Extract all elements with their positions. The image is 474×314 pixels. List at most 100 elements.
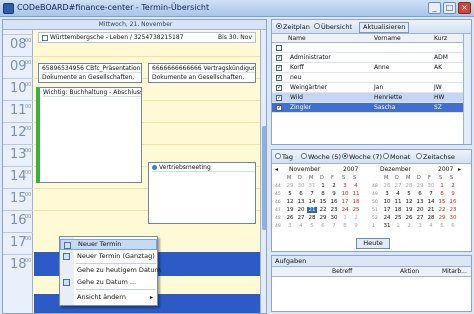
day-cell[interactable]: 15 [318, 199, 328, 205]
day-cell[interactable]: 5 [437, 223, 447, 229]
day-cell[interactable]: 20 [415, 207, 425, 213]
day-cell[interactable]: 21 [307, 207, 317, 213]
table-row[interactable]: neu [272, 73, 463, 83]
day-cell[interactable]: 13 [415, 199, 425, 205]
day-cell[interactable]: 3 [415, 223, 425, 229]
day-cell[interactable]: 4 [351, 183, 361, 189]
row-checkbox[interactable] [276, 45, 282, 51]
mini-calendar-dezember[interactable]: Dezember 2007 ▸ M D M D F S S 48 49 50 5… [372, 166, 468, 236]
day-cell[interactable]: 25 [351, 207, 361, 213]
table-row[interactable]: Wild Henriette HW [272, 93, 463, 103]
day-cell[interactable]: 24 [340, 207, 350, 213]
maximize-button[interactable]: □ [443, 2, 456, 14]
day-cell[interactable]: 6 [415, 191, 425, 197]
day-cell[interactable]: 11 [351, 191, 361, 197]
day-cell[interactable]: 3 [382, 191, 392, 197]
day-cell[interactable]: 27 [415, 215, 425, 221]
calendar-scrollbar[interactable] [260, 30, 266, 313]
day-cell[interactable]: 27 [393, 183, 403, 189]
users-scrollbar[interactable] [463, 34, 471, 144]
day-cell[interactable]: 13 [296, 199, 306, 205]
day-cell[interactable]: 28 [426, 215, 436, 221]
day-cell[interactable]: 7 [426, 191, 436, 197]
radio-tag[interactable]: Tag [275, 153, 293, 161]
mini-calendar-november[interactable]: ◂ November 2007 M D M D F S S 44 45 46 4… [275, 166, 371, 236]
day-cell[interactable]: 17 [340, 199, 350, 205]
day-cell[interactable]: 26 [285, 215, 295, 221]
day-cell[interactable]: 6 [296, 191, 306, 197]
appointment-vertragskuendigung[interactable]: 6666666666666 Vertragskündigung Dokument… [148, 63, 256, 83]
day-cell[interactable]: 5 [404, 191, 414, 197]
row-checkbox[interactable] [276, 53, 282, 63]
day-cell[interactable]: 6 [318, 223, 328, 229]
radio-woche-7[interactable]: Woche (7) [342, 153, 382, 161]
row-checkbox[interactable] [276, 83, 282, 93]
day-cell[interactable]: 16 [448, 199, 458, 205]
menu-item-heutiges-datum[interactable]: Gehe zu heutigem Datum [60, 265, 161, 276]
day-cell[interactable]: 29 [437, 215, 447, 221]
day-cell[interactable]: 21 [426, 207, 436, 213]
day-cell[interactable]: 4 [393, 191, 403, 197]
day-cell[interactable]: 8 [340, 223, 350, 229]
next-month-icon[interactable]: ▸ [458, 166, 461, 174]
day-cell[interactable]: 22 [437, 207, 447, 213]
scrollbar-thumb[interactable] [262, 126, 266, 230]
day-cell[interactable]: 1 [340, 215, 350, 221]
day-cell[interactable]: 29 [318, 215, 328, 221]
day-cell[interactable]: 30 [296, 183, 306, 189]
column-betreff[interactable]: Betreff [332, 267, 352, 277]
day-cell[interactable]: 14 [307, 199, 317, 205]
day-cell[interactable]: 28 [307, 215, 317, 221]
appointment-buchhaltung[interactable]: Wichtig: Buchhaltung - Abschluss [36, 87, 142, 183]
appointment-praesentation[interactable]: 65896534956 CBfc_Präsentation 2007 Dokum… [38, 63, 142, 83]
day-cell[interactable]: 26 [404, 215, 414, 221]
prev-month-icon[interactable]: ◂ [275, 166, 278, 173]
refresh-button[interactable]: Aktualisieren [359, 22, 410, 33]
day-cell[interactable]: 6 [448, 223, 458, 229]
day-cell[interactable]: 1 [393, 223, 403, 229]
day-cell[interactable]: 5 [307, 223, 317, 229]
day-cell[interactable]: 31 [307, 183, 317, 189]
day-cell[interactable]: 26 [382, 183, 392, 189]
day-cell[interactable]: 10 [382, 199, 392, 205]
day-cell[interactable]: 9 [448, 191, 458, 197]
day-cell[interactable]: 9 [329, 191, 339, 197]
day-cell[interactable]: 19 [404, 207, 414, 213]
day-cell[interactable]: 12 [285, 199, 295, 205]
day-cell[interactable]: 16 [329, 199, 339, 205]
allday-event[interactable]: Württembergsche - Leben / 3254738215187 … [38, 32, 256, 43]
day-cell[interactable]: 18 [393, 207, 403, 213]
row-checkbox[interactable] [276, 103, 282, 113]
menu-item-neuer-termin[interactable]: Neuer Termin [60, 239, 157, 250]
table-row[interactable]: Korff Anne AK [272, 63, 463, 73]
table-row[interactable]: Weingärtner Jan JW [272, 83, 463, 93]
day-cell[interactable]: 29 [285, 183, 295, 189]
day-cell[interactable]: 30 [426, 183, 436, 189]
column-vorname[interactable]: Vorname [372, 34, 401, 43]
day-cell[interactable]: 11 [393, 199, 403, 205]
table-row[interactable]: Zingler Sascha SZ [272, 103, 463, 113]
day-cell[interactable]: 2 [329, 183, 339, 189]
day-cell[interactable]: 31 [382, 223, 392, 229]
day-cell[interactable]: 10 [340, 191, 350, 197]
close-button[interactable]: × [458, 2, 471, 14]
table-row[interactable] [272, 43, 463, 53]
day-cell[interactable]: 8 [318, 191, 328, 197]
day-cell[interactable]: 3 [285, 223, 295, 229]
day-cell[interactable]: 17 [382, 207, 392, 213]
row-checkbox[interactable] [276, 73, 282, 83]
appointment-vertriebsmeeting[interactable]: Vertriebsmeeting [148, 162, 256, 224]
column-name[interactable]: Name [286, 34, 306, 43]
table-row[interactable]: Administrator ADM [272, 53, 463, 63]
menu-item-neuer-termin-ganztag[interactable]: Neuer Termin (Ganztag) [60, 251, 157, 262]
day-cell[interactable]: 4 [426, 223, 436, 229]
radio-uebersicht[interactable]: Übersicht [314, 23, 352, 31]
minimize-button[interactable]: _ [428, 2, 441, 14]
radio-woche-5[interactable]: Woche (5) [301, 153, 341, 161]
day-cell[interactable]: 19 [285, 207, 295, 213]
day-cell[interactable]: 29 [415, 183, 425, 189]
day-cell[interactable]: 5 [285, 191, 295, 197]
column-aktion[interactable]: Aktion [400, 267, 419, 277]
day-cell[interactable]: 7 [307, 191, 317, 197]
day-cell[interactable]: 23 [329, 207, 339, 213]
